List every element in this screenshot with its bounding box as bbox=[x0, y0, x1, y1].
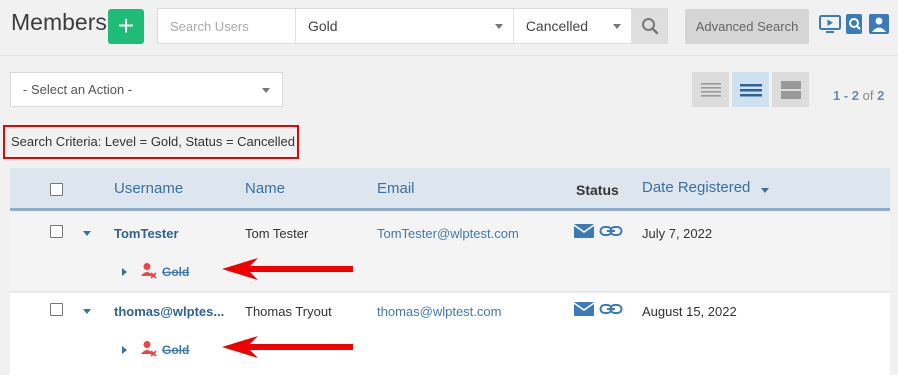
expand-row-icon[interactable] bbox=[83, 231, 91, 236]
pagination-total: 2 bbox=[877, 88, 885, 103]
bulk-action-select[interactable]: - Select an Action - bbox=[10, 72, 283, 107]
advanced-search-button[interactable]: Advanced Search bbox=[685, 9, 809, 44]
member-name: Tom Tester bbox=[245, 226, 309, 241]
membership-level[interactable]: Gold bbox=[162, 265, 189, 279]
row-checkbox[interactable] bbox=[50, 303, 63, 316]
chevron-down-icon bbox=[613, 24, 622, 29]
search-icon bbox=[641, 18, 658, 35]
compact-view-button[interactable] bbox=[732, 72, 769, 107]
user-card-icon[interactable] bbox=[868, 13, 890, 35]
column-email[interactable]: Email bbox=[377, 180, 415, 197]
user-cancelled-icon bbox=[141, 341, 157, 357]
select-all-checkbox[interactable] bbox=[50, 183, 63, 196]
search-criteria: Search Criteria: Level = Gold, Status = … bbox=[3, 125, 299, 159]
envelope-icon[interactable] bbox=[573, 222, 595, 240]
user-cancelled-icon bbox=[141, 263, 157, 279]
level-select[interactable]: Gold bbox=[296, 9, 514, 43]
column-username[interactable]: Username bbox=[114, 180, 183, 197]
level-select-value: Gold bbox=[308, 18, 338, 34]
status-select-value: Cancelled bbox=[525, 18, 589, 34]
username-link[interactable]: TomTester bbox=[114, 226, 179, 241]
list-view-button[interactable] bbox=[692, 72, 729, 107]
table-row: TomTester Tom Tester TomTester@wlptest.c… bbox=[10, 214, 890, 292]
grid-view-icon bbox=[780, 80, 801, 99]
list-view-icon bbox=[700, 82, 721, 97]
red-arrow-icon bbox=[222, 336, 353, 358]
status-select[interactable]: Cancelled bbox=[514, 9, 633, 43]
add-member-button[interactable]: + bbox=[108, 9, 144, 44]
search-input[interactable] bbox=[158, 9, 296, 43]
table-row: thomas@wlptes... Thomas Tryout thomas@wl… bbox=[10, 293, 890, 375]
column-date-registered[interactable]: Date Registered bbox=[642, 179, 750, 196]
expand-row-icon[interactable] bbox=[83, 309, 91, 314]
membership-level[interactable]: Gold bbox=[162, 343, 189, 357]
chevron-down-icon bbox=[262, 88, 270, 93]
pagination-of: of bbox=[862, 88, 874, 103]
grid-view-button[interactable] bbox=[772, 72, 809, 107]
chevron-down-icon bbox=[494, 24, 503, 29]
search-button[interactable] bbox=[632, 9, 667, 43]
bulk-action-label: - Select an Action - bbox=[23, 82, 133, 97]
red-arrow-icon bbox=[222, 258, 353, 280]
row-checkbox[interactable] bbox=[50, 225, 63, 238]
username-link[interactable]: thomas@wlptes... bbox=[114, 304, 224, 319]
page-title: Members bbox=[11, 9, 107, 35]
date-registered: August 15, 2022 bbox=[642, 304, 737, 319]
expand-level-icon[interactable] bbox=[122, 346, 127, 354]
table-header: Username Name Email Status Date Register… bbox=[10, 168, 890, 211]
date-registered: July 7, 2022 bbox=[642, 226, 713, 241]
column-status: Status bbox=[576, 182, 619, 198]
member-email[interactable]: thomas@wlptest.com bbox=[377, 304, 501, 319]
compact-view-icon bbox=[739, 83, 762, 96]
member-email[interactable]: TomTester@wlptest.com bbox=[377, 226, 519, 241]
column-name[interactable]: Name bbox=[245, 180, 285, 197]
members-table: Username Name Email Status Date Register… bbox=[10, 168, 890, 375]
expand-level-icon[interactable] bbox=[122, 268, 127, 276]
envelope-icon[interactable] bbox=[573, 300, 595, 318]
sort-desc-icon[interactable] bbox=[761, 188, 769, 193]
search-doc-icon[interactable] bbox=[844, 13, 866, 35]
link-icon[interactable] bbox=[599, 222, 623, 240]
video-icon[interactable] bbox=[819, 13, 841, 35]
link-icon[interactable] bbox=[599, 300, 623, 318]
pagination-info: 1 - 2 of 2 bbox=[833, 88, 884, 103]
member-name: Thomas Tryout bbox=[245, 304, 332, 319]
header-divider bbox=[0, 55, 898, 56]
pagination-range: 1 - 2 bbox=[833, 88, 860, 103]
search-bar: Gold Cancelled bbox=[157, 8, 668, 44]
